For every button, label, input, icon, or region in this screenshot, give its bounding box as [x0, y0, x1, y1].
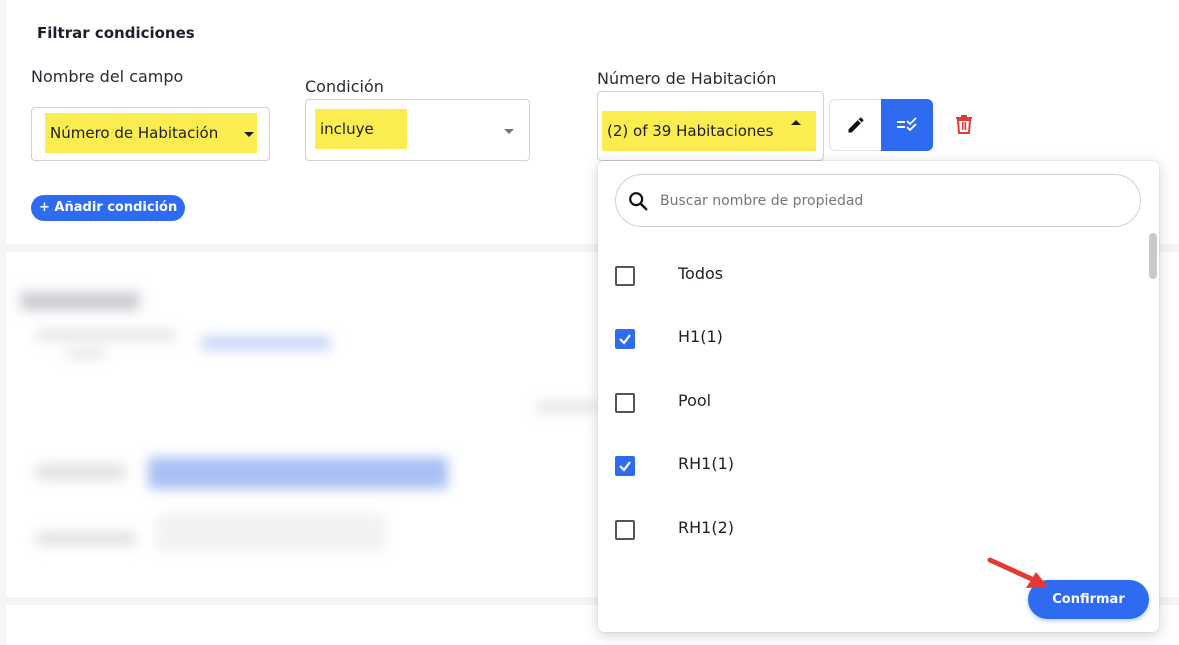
- room-dropdown-panel: Todos H1(1) Pool RH1(1) RH1(2) Confirmar: [598, 161, 1159, 632]
- option-label: H1(1): [678, 327, 723, 346]
- field-name-value: Número de Habitación: [50, 124, 219, 142]
- option-rh1-1[interactable]: RH1(1): [598, 446, 1138, 486]
- room-number-select[interactable]: (2) of 39 Habitaciones: [597, 91, 824, 161]
- select-list-button[interactable]: [881, 99, 933, 151]
- option-todos[interactable]: Todos: [598, 256, 1138, 296]
- option-label: Pool: [678, 391, 712, 410]
- check-icon: [619, 334, 631, 345]
- scrollbar-thumb[interactable]: [1149, 233, 1157, 279]
- checkbox[interactable]: [615, 393, 635, 413]
- checkbox-checked[interactable]: [615, 456, 635, 476]
- room-number-label: Número de Habitación: [597, 69, 777, 88]
- add-condition-button[interactable]: + Añadir condición: [31, 195, 186, 221]
- chevron-down-icon: [504, 129, 514, 134]
- option-label: RH1(1): [678, 454, 734, 473]
- section-title: Filtrar condiciones: [37, 24, 195, 42]
- option-pool[interactable]: Pool: [598, 383, 1138, 423]
- checkbox[interactable]: [615, 266, 635, 286]
- search-input[interactable]: [658, 188, 1098, 214]
- trash-icon: [956, 115, 972, 134]
- field-name-select[interactable]: Número de Habitación: [31, 107, 270, 161]
- delete-button[interactable]: [950, 110, 978, 138]
- option-label: RH1(2): [678, 518, 734, 537]
- condition-label: Condición: [305, 77, 384, 96]
- chevron-up-icon: [791, 120, 801, 125]
- list-check-icon: [897, 117, 917, 132]
- search-box[interactable]: [615, 174, 1141, 227]
- chevron-down-icon: [244, 132, 254, 137]
- option-label: Todos: [678, 264, 724, 283]
- condition-value: incluye: [320, 120, 374, 138]
- checkbox[interactable]: [615, 520, 635, 540]
- pencil-icon: [848, 117, 864, 133]
- search-icon: [629, 192, 648, 211]
- checkbox-checked[interactable]: [615, 329, 635, 349]
- condition-select[interactable]: incluye: [305, 99, 530, 161]
- red-arrow-annotation-icon: [987, 557, 1048, 588]
- check-icon: [619, 461, 631, 472]
- option-h1-1[interactable]: H1(1): [598, 319, 1138, 359]
- option-rh1-2[interactable]: RH1(2): [598, 510, 1138, 550]
- field-name-label: Nombre del campo: [31, 67, 184, 86]
- room-number-value: (2) of 39 Habitaciones: [607, 122, 774, 140]
- edit-button[interactable]: [829, 99, 882, 151]
